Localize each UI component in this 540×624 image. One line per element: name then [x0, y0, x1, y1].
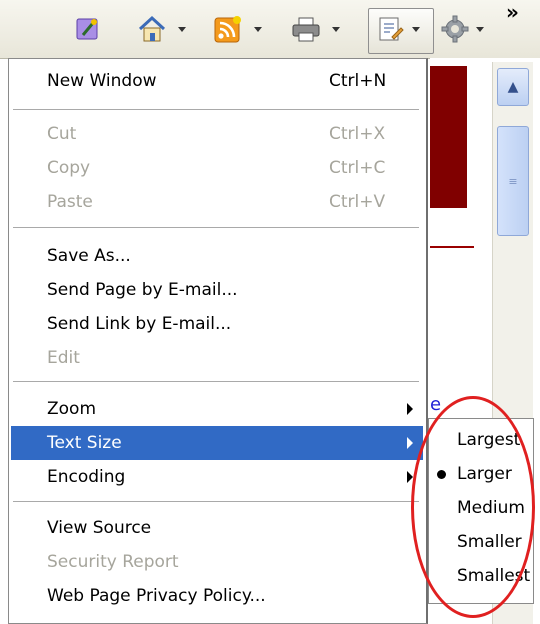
menu-item-privacy-policy[interactable]: Web Page Privacy Policy...	[11, 579, 423, 613]
chevron-up-icon: ▲	[507, 79, 519, 95]
menu-item-save-as[interactable]: Save As...	[11, 239, 423, 273]
home-button[interactable]	[136, 14, 186, 44]
menu-item-view-source[interactable]: View Source	[11, 511, 423, 545]
home-icon	[136, 14, 168, 44]
menu-item-edit: Edit	[47, 348, 80, 368]
submenu-arrow-icon	[407, 471, 413, 483]
toolbar-overflow-chevron[interactable]: »	[506, 0, 519, 24]
page-button-content[interactable]	[376, 14, 420, 44]
print-button[interactable]	[290, 14, 340, 44]
text-size-option-larger[interactable]: Larger	[429, 457, 533, 491]
page-divider-line	[430, 246, 474, 248]
scroll-up-button[interactable]: ▲	[497, 68, 529, 106]
scroll-thumb[interactable]: ≡	[497, 126, 529, 236]
page-banner-block	[430, 66, 467, 208]
menu-item-copy: Copy Ctrl+C	[47, 158, 386, 178]
menu-item-send-page[interactable]: Send Page by E-mail...	[11, 273, 423, 307]
page-icon	[376, 15, 406, 43]
menu-item-new-window[interactable]: New Window Ctrl+N	[11, 64, 423, 98]
menu-item-encoding[interactable]: Encoding	[11, 460, 423, 494]
tools-dropdown-caret[interactable]	[476, 26, 484, 32]
submenu-arrow-icon	[407, 437, 413, 449]
menu-item-zoom[interactable]: Zoom	[11, 392, 423, 426]
home-dropdown-caret[interactable]	[178, 26, 186, 32]
menu-item-paste: Paste Ctrl+V	[47, 192, 386, 212]
favorites-icon	[74, 16, 104, 42]
text-size-option-medium[interactable]: Medium	[429, 491, 533, 525]
menu-item-cut: Cut Ctrl+X	[47, 124, 386, 144]
menu-separator	[13, 381, 419, 383]
tools-button[interactable]	[440, 14, 484, 44]
menu-separator	[13, 501, 419, 503]
menu-separator	[13, 109, 419, 111]
text-size-option-largest[interactable]: Largest	[429, 423, 533, 457]
favorites-button[interactable]	[74, 14, 104, 44]
print-dropdown-caret[interactable]	[332, 26, 340, 32]
grip-icon: ≡	[508, 174, 518, 188]
text-size-option-smaller[interactable]: Smaller	[429, 525, 533, 559]
command-bar: »	[0, 0, 540, 59]
menu-item-text-size[interactable]: Text Size	[11, 426, 423, 460]
menu-item-security-report: Security Report	[47, 552, 179, 572]
page-dropdown-caret[interactable]	[412, 26, 420, 32]
gear-icon	[440, 14, 470, 44]
selected-bullet-icon	[437, 469, 446, 479]
text-size-submenu: Largest Larger Medium Smaller Smallest	[428, 418, 534, 604]
rss-feed-icon	[212, 14, 244, 44]
submenu-arrow-icon	[407, 403, 413, 415]
page-menu: New Window Ctrl+N Cut Ctrl+X Copy Ctrl+C…	[8, 58, 428, 624]
text-size-option-smallest[interactable]: Smallest	[429, 559, 533, 593]
feeds-dropdown-caret[interactable]	[254, 26, 262, 32]
printer-icon	[290, 15, 322, 43]
menu-separator	[13, 227, 419, 229]
menu-item-send-link[interactable]: Send Link by E-mail...	[11, 307, 423, 341]
page-link-fragment[interactable]: e	[430, 394, 452, 418]
feeds-button[interactable]	[212, 14, 262, 44]
